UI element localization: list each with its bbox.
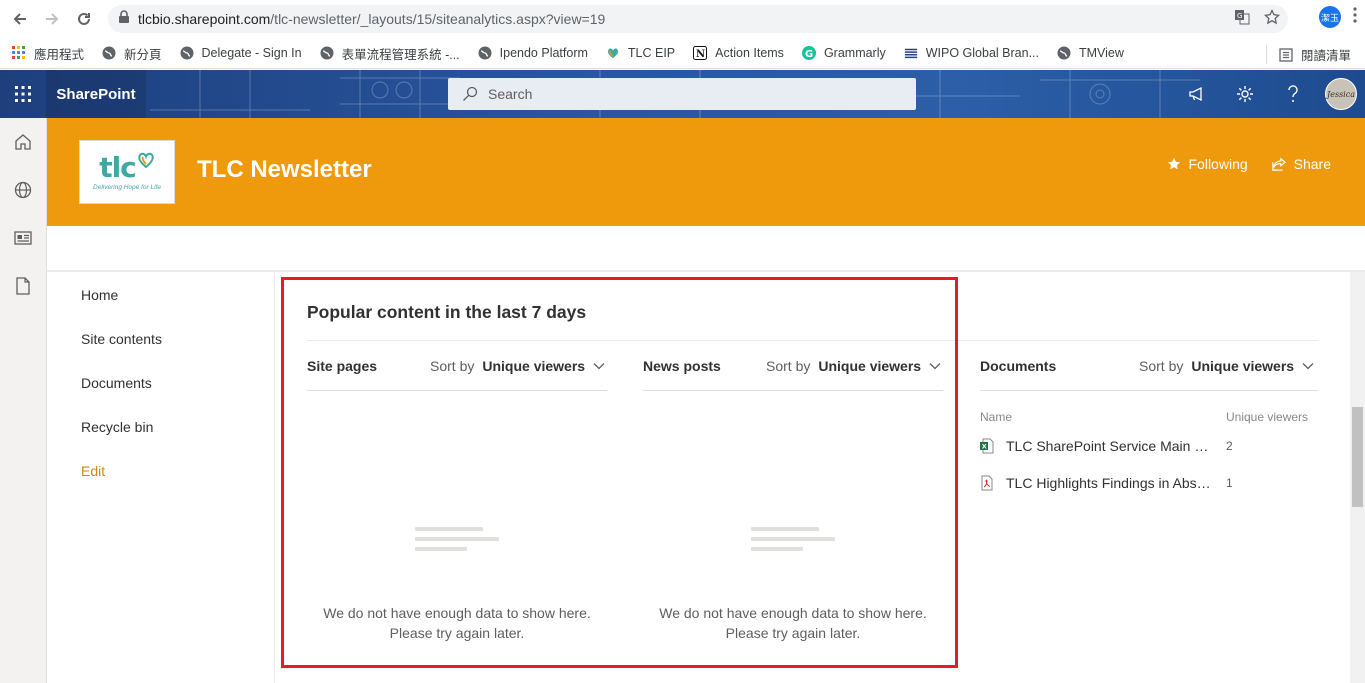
translate-icon[interactable]: G (1234, 9, 1250, 30)
bookmarks-bar: 應用程式 新分頁 Delegate - Sign In 表單流程管理系統 -..… (0, 38, 1365, 69)
chevron-down-icon (1302, 362, 1314, 370)
star-filled-icon (1167, 157, 1181, 171)
bookmark-delegate[interactable]: Delegate - Sign In (180, 46, 302, 60)
globe-icon (180, 46, 194, 60)
scrollbar-thumb[interactable] (1352, 407, 1363, 507)
lock-icon (118, 9, 130, 29)
forward-icon[interactable] (36, 3, 68, 35)
apps-icon (12, 46, 26, 60)
tlc-icon (606, 46, 620, 60)
notion-icon: N (693, 46, 708, 60)
nav-item-site-contents[interactable]: Site contents (81, 331, 162, 347)
reading-list-icon (1279, 47, 1293, 62)
more-menu-icon[interactable] (1353, 6, 1357, 28)
home-icon[interactable] (0, 118, 46, 166)
globe-icon (478, 46, 492, 60)
bookmark-ipendo[interactable]: Ipendo Platform (478, 46, 588, 60)
nav-edit-link[interactable]: Edit (81, 463, 105, 479)
app-rail (0, 118, 47, 683)
user-avatar-button[interactable]: Jessica (1317, 70, 1365, 118)
bookmark-star-icon[interactable] (1263, 8, 1281, 30)
excel-file-icon: X (980, 438, 994, 454)
site-logo[interactable]: tlc Delivering Hope for Life (79, 140, 175, 204)
reload-icon[interactable] (68, 3, 100, 35)
logo-heart-icon (137, 152, 155, 173)
bookmark-tlc-eip[interactable]: TLC EIP (606, 46, 675, 60)
search-icon (462, 86, 478, 102)
browser-toolbar: tlcbio.sharepoint.com/tlc-newsletter/_la… (0, 0, 1365, 38)
nav-item-home[interactable]: Home (81, 287, 118, 303)
pdf-file-icon (980, 475, 994, 491)
megaphone-icon[interactable] (1173, 70, 1221, 118)
app-launcher-icon[interactable] (0, 70, 46, 118)
highlight-box (281, 277, 958, 668)
document-icon[interactable] (0, 262, 46, 310)
wipo-icon (904, 46, 918, 60)
grammarly-icon: G (801, 46, 816, 60)
bookmark-wipo[interactable]: WIPO Global Bran... (904, 46, 1039, 60)
bookmark-tmview[interactable]: TMView (1057, 46, 1124, 60)
news-icon[interactable] (0, 214, 46, 262)
bookmark-grammarly[interactable]: G Grammarly (801, 46, 886, 60)
address-bar[interactable]: tlcbio.sharepoint.com/tlc-newsletter/_la… (108, 5, 1288, 33)
bookmark-forms[interactable]: 表單流程管理系統 -... (320, 44, 460, 63)
command-bar (47, 226, 1365, 272)
documents-column-viewers: Unique viewers (1226, 410, 1309, 424)
documents-divider (980, 390, 1318, 391)
help-icon[interactable] (1269, 70, 1317, 118)
site-title[interactable]: TLC Newsletter (197, 156, 372, 184)
bookmark-apps[interactable]: 應用程式 (12, 44, 84, 63)
site-header: tlc Delivering Hope for Life TLC Newslet… (47, 118, 1365, 226)
search-placeholder: Search (488, 86, 533, 102)
document-viewer-count: 2 (1226, 439, 1233, 453)
svg-text:N: N (696, 49, 705, 60)
nav-item-recycle-bin[interactable]: Recycle bin (81, 419, 153, 435)
svg-text:G: G (805, 49, 813, 60)
avatar: Jessica (1325, 78, 1357, 110)
nav-item-documents[interactable]: Documents (81, 375, 152, 391)
document-name: TLC Highlights Findings in Abstracts (1006, 475, 1212, 491)
back-icon[interactable] (4, 3, 36, 35)
document-viewer-count: 1 (1226, 476, 1233, 490)
documents-sort-dropdown[interactable]: Sort by Unique viewers (1139, 358, 1314, 374)
settings-gear-icon[interactable] (1221, 70, 1269, 118)
suite-bar: SharePoint Search Jessica (0, 70, 1365, 118)
profile-avatar[interactable]: 潔玉 (1319, 6, 1341, 28)
page-scrollbar[interactable] (1350, 272, 1365, 683)
globe-icon (1057, 46, 1071, 60)
share-icon (1271, 157, 1286, 171)
logo-tagline: Delivering Hope for Life (93, 183, 161, 191)
reading-list[interactable]: 閱讀清單 (1265, 45, 1351, 64)
svg-text:X: X (982, 443, 987, 451)
globe-icon (320, 46, 334, 60)
document-name: TLC SharePoint Service Main Site Survey (1006, 438, 1212, 454)
sharepoint-app-name[interactable]: SharePoint (46, 70, 146, 118)
documents-heading: Documents (980, 358, 1057, 374)
document-row[interactable]: X TLC SharePoint Service Main Site Surve… (980, 436, 1310, 456)
svg-text:G: G (1237, 12, 1242, 20)
site-navigation: Home Site contents Documents Recycle bin… (47, 272, 275, 683)
document-row[interactable]: TLC Highlights Findings in Abstracts 1 (980, 473, 1310, 493)
url-text: tlcbio.sharepoint.com/tlc-newsletter/_la… (138, 11, 606, 27)
logo-text: tlc (99, 150, 137, 184)
documents-column-name: Name (980, 410, 1013, 424)
search-box[interactable]: Search (448, 78, 916, 110)
globe-sites-icon[interactable] (0, 166, 46, 214)
share-button[interactable]: Share (1271, 156, 1331, 172)
bookmark-action-items[interactable]: N Action Items (693, 46, 784, 60)
following-button[interactable]: Following (1167, 156, 1248, 172)
bookmark-new-tab[interactable]: 新分頁 (102, 44, 162, 63)
globe-icon (102, 46, 116, 60)
